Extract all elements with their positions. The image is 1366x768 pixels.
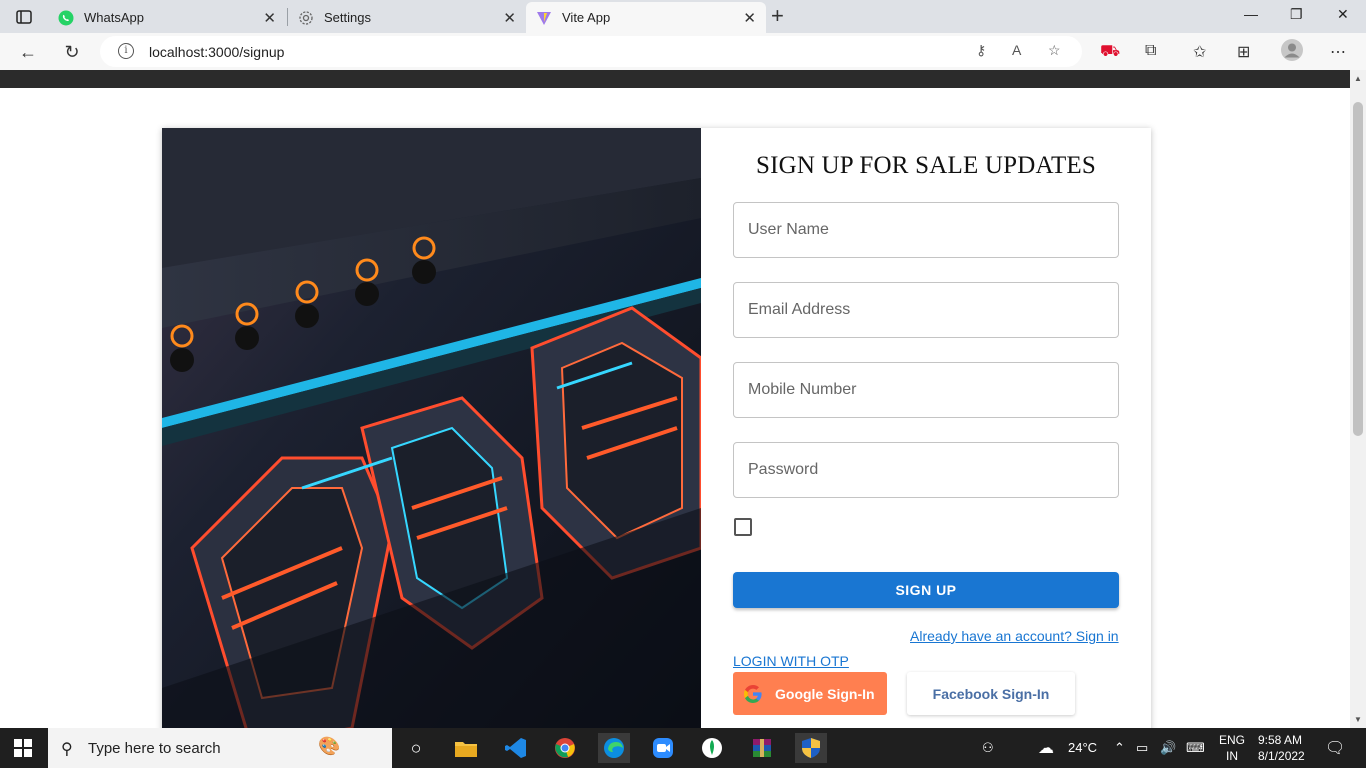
gear-icon	[298, 10, 314, 26]
chrome-icon[interactable]	[549, 733, 581, 763]
security-shield-icon[interactable]	[795, 733, 827, 763]
hero-artwork	[162, 128, 701, 728]
tab-title: Vite App	[562, 10, 611, 25]
windows-start-icon[interactable]	[14, 739, 32, 757]
volume-icon[interactable]: 🔊	[1160, 740, 1176, 756]
mongodb-compass-icon[interactable]	[696, 733, 728, 763]
taskbar-search-box[interactable]: ⚲ Type here to search 🎨	[48, 728, 392, 768]
whatsapp-icon	[58, 10, 74, 26]
language-bottom[interactable]: IN	[1226, 749, 1238, 763]
weather-temp[interactable]: 24°C	[1068, 740, 1097, 755]
signin-link[interactable]: Already have an account? Sign in	[910, 628, 1119, 644]
restore-icon[interactable]: ❐	[1290, 6, 1303, 23]
show-hidden-icons[interactable]: ⌃	[1114, 740, 1125, 756]
new-tab-icon[interactable]: +	[771, 3, 784, 29]
google-signin-button[interactable]: Google Sign-In	[733, 672, 887, 715]
back-arrow-icon[interactable]: ←	[16, 40, 40, 64]
page-viewport: SIGN UP FOR SALE UPDATES SIGN UP Already…	[0, 70, 1350, 728]
taskbar-search-placeholder: Type here to search	[88, 740, 221, 757]
favorites-icon[interactable]: ✩	[1193, 42, 1206, 62]
email-input[interactable]	[734, 283, 1118, 337]
clock-time[interactable]: 9:58 AM	[1258, 733, 1302, 747]
signup-card: SIGN UP FOR SALE UPDATES SIGN UP Already…	[162, 128, 1151, 728]
scroll-down-icon[interactable]: ▼	[1354, 715, 1362, 724]
page-scrollbar[interactable]: ▲ ▼	[1350, 70, 1366, 728]
scrollbar-thumb[interactable]	[1353, 102, 1363, 436]
file-explorer-icon[interactable]	[450, 733, 482, 763]
zoom-icon[interactable]	[647, 733, 679, 763]
refresh-icon[interactable]: ↻	[60, 40, 84, 64]
google-icon	[744, 684, 762, 703]
close-icon[interactable]: ✕	[503, 9, 516, 27]
mobile-field[interactable]	[733, 362, 1119, 418]
tab-vite-app[interactable]: Vite App ✕	[526, 2, 766, 33]
tab-settings[interactable]: Settings ✕	[288, 2, 526, 33]
form-title: SIGN UP FOR SALE UPDATES	[755, 152, 1097, 179]
battery-icon[interactable]: ▭	[1136, 740, 1148, 756]
signup-button[interactable]: SIGN UP	[733, 572, 1119, 608]
url-text[interactable]: localhost:3000/signup	[149, 44, 284, 60]
app-header-bar	[0, 70, 1350, 88]
key-icon[interactable]: ⚷	[976, 42, 986, 59]
google-signin-label: Google Sign-In	[775, 685, 875, 702]
tab-title: WhatsApp	[84, 10, 144, 25]
keyboard-icon[interactable]: ⌨	[1186, 740, 1205, 756]
browser-toolbar: ← ↻ i localhost:3000/signup ⚷ A ☆ ⛟ ⧉ ✩ …	[0, 33, 1366, 70]
mobile-input[interactable]	[734, 363, 1118, 417]
hero-image	[162, 128, 701, 728]
site-info-icon[interactable]: i	[118, 43, 134, 59]
password-field[interactable]	[733, 442, 1119, 498]
vscode-icon[interactable]	[500, 733, 532, 763]
add-favorite-icon[interactable]: ☆	[1048, 42, 1061, 59]
shopping-icon[interactable]: ⛟	[1100, 42, 1120, 62]
task-view-icon[interactable]: ○	[400, 733, 432, 763]
extensions-icon[interactable]: ⧉	[1145, 42, 1156, 60]
windows-taskbar: ⚲ Type here to search 🎨 ○ ⚇ ☁ 24°C ⌃ ▭ 🔊…	[0, 728, 1366, 768]
address-bar[interactable]: i localhost:3000/signup ⚷ A ☆	[100, 36, 1082, 67]
close-icon[interactable]: ✕	[743, 9, 756, 27]
login-otp-link[interactable]: LOGIN WITH OTP	[733, 653, 849, 669]
tab-actions-menu-icon[interactable]	[10, 6, 38, 28]
browser-tab-strip: WhatsApp ✕ Settings ✕ Vite App ✕ + — ❐ ✕	[0, 0, 1366, 33]
close-icon[interactable]: ✕	[263, 9, 276, 27]
email-field[interactable]	[733, 282, 1119, 338]
search-highlight-icon: 🎨	[318, 736, 341, 756]
tab-title: Settings	[324, 10, 371, 25]
clock-date[interactable]: 8/1/2022	[1258, 749, 1305, 763]
edge-icon[interactable]	[598, 733, 630, 763]
more-options-icon[interactable]: ⋯	[1330, 42, 1346, 62]
profile-avatar-icon[interactable]	[1281, 39, 1303, 66]
minimize-icon[interactable]: —	[1244, 6, 1258, 22]
language-top[interactable]: ENG	[1219, 733, 1245, 747]
vite-icon	[536, 10, 552, 26]
read-aloud-icon[interactable]: A	[1012, 42, 1021, 58]
people-icon[interactable]: ⚇	[982, 740, 994, 756]
winrar-icon[interactable]	[746, 733, 778, 763]
collections-icon[interactable]: ⊞	[1237, 42, 1250, 62]
tab-whatsapp[interactable]: WhatsApp ✕	[48, 2, 286, 33]
weather-icon[interactable]: ☁	[1038, 738, 1054, 758]
facebook-signin-button[interactable]: Facebook Sign-In	[907, 672, 1075, 715]
agree-checkbox[interactable]	[734, 518, 752, 536]
username-field[interactable]	[733, 202, 1119, 258]
signup-form: SIGN UP FOR SALE UPDATES SIGN UP Already…	[701, 128, 1151, 728]
notifications-icon[interactable]: 🗨	[1325, 738, 1345, 758]
username-input[interactable]	[734, 203, 1118, 257]
facebook-signin-label: Facebook Sign-In	[932, 685, 1050, 702]
scroll-up-icon[interactable]: ▲	[1354, 74, 1362, 83]
search-icon: ⚲	[61, 741, 73, 758]
password-input[interactable]	[734, 443, 1118, 497]
window-close-icon[interactable]: ✕	[1337, 6, 1349, 23]
